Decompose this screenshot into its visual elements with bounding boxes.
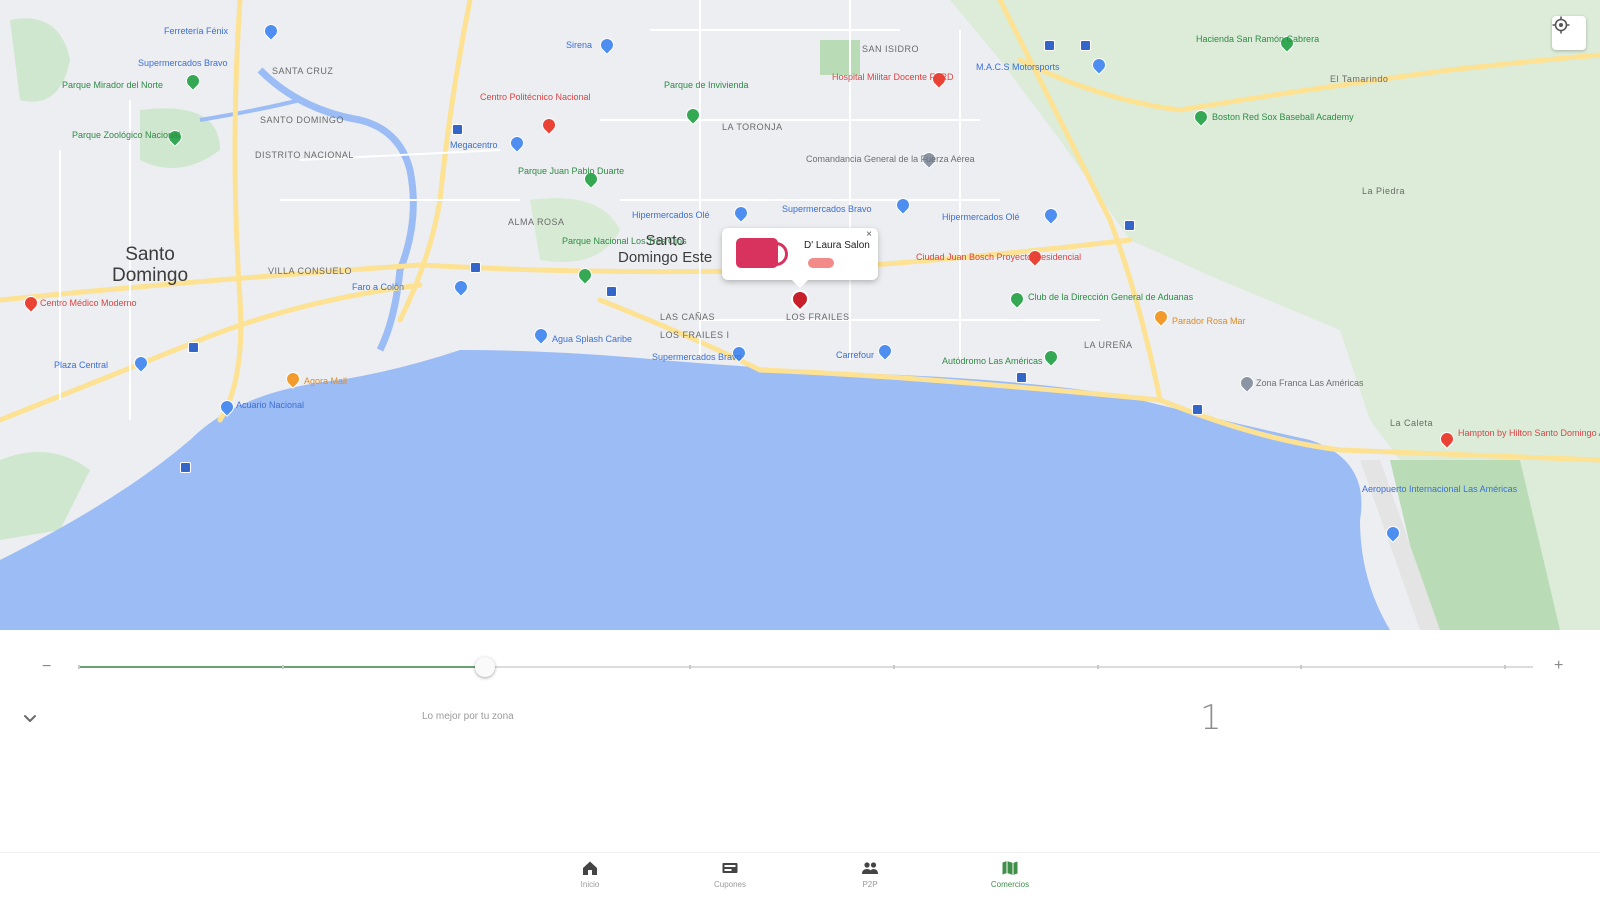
- highway-shield-icon: [452, 124, 463, 135]
- map-view[interactable]: Santo Domingo Santo Domingo Este SANTA CRU…: [0, 0, 1600, 630]
- highway-shield-icon: [180, 462, 191, 473]
- radius-slider[interactable]: − +: [0, 652, 1600, 686]
- popup-close-icon[interactable]: ×: [866, 229, 872, 240]
- highway-shield-icon: [1192, 404, 1203, 415]
- slider-tick: [1300, 665, 1303, 669]
- map-icon: [1002, 861, 1018, 875]
- collapse-toggle-button[interactable]: [20, 708, 40, 728]
- highway-shield-icon: [1016, 372, 1027, 383]
- highway-shield-icon: [470, 262, 481, 273]
- nav-item-inicio[interactable]: Inicio: [550, 859, 630, 889]
- business-badge: [808, 258, 834, 268]
- highway-shield-icon: [188, 342, 199, 353]
- nav-item-comercios[interactable]: Comercios: [970, 859, 1050, 889]
- my-location-button[interactable]: [1552, 16, 1586, 50]
- slider-tick: [78, 665, 80, 669]
- nav-label: Comercios: [990, 880, 1030, 889]
- map-canvas[interactable]: [0, 0, 1600, 630]
- slider-tick: [281, 665, 284, 669]
- coupon-icon: [722, 863, 738, 873]
- home-icon: [583, 861, 597, 875]
- nav-label: Inicio: [580, 880, 600, 889]
- slider-tick: [1096, 665, 1099, 669]
- nav-label: Cupones: [713, 880, 747, 889]
- slider-tick: [689, 665, 692, 669]
- highway-shield-icon: [1124, 220, 1135, 231]
- business-name: D' Laura Salon: [804, 240, 870, 251]
- bottom-navigation: Inicio Cupones P2P Comercios: [0, 852, 1600, 901]
- zone-results-count: 1: [1200, 698, 1222, 738]
- chevron-down-icon: [24, 715, 36, 722]
- zoom-in-button[interactable]: +: [1554, 657, 1563, 675]
- zoom-out-button[interactable]: −: [42, 658, 51, 676]
- highway-shield-icon: [606, 286, 617, 297]
- business-logo: [736, 238, 788, 268]
- people-icon: [862, 862, 878, 874]
- highway-shield-icon: [1080, 40, 1091, 51]
- slider-thumb[interactable]: [475, 657, 496, 677]
- business-info-popup[interactable]: D' Laura Salon ×: [722, 228, 878, 288]
- slider-tick: [1503, 665, 1506, 669]
- nav-label: P2P: [862, 880, 878, 889]
- slider-tick: [892, 665, 895, 669]
- slider-track[interactable]: [78, 657, 1533, 677]
- highway-shield-icon: [1044, 40, 1055, 51]
- nav-item-cupones[interactable]: Cupones: [690, 859, 770, 889]
- crosshair-icon: [1552, 16, 1570, 34]
- nav-item-p2p[interactable]: P2P: [830, 859, 910, 889]
- zone-caption: Lo mejor por tu zona: [422, 711, 514, 722]
